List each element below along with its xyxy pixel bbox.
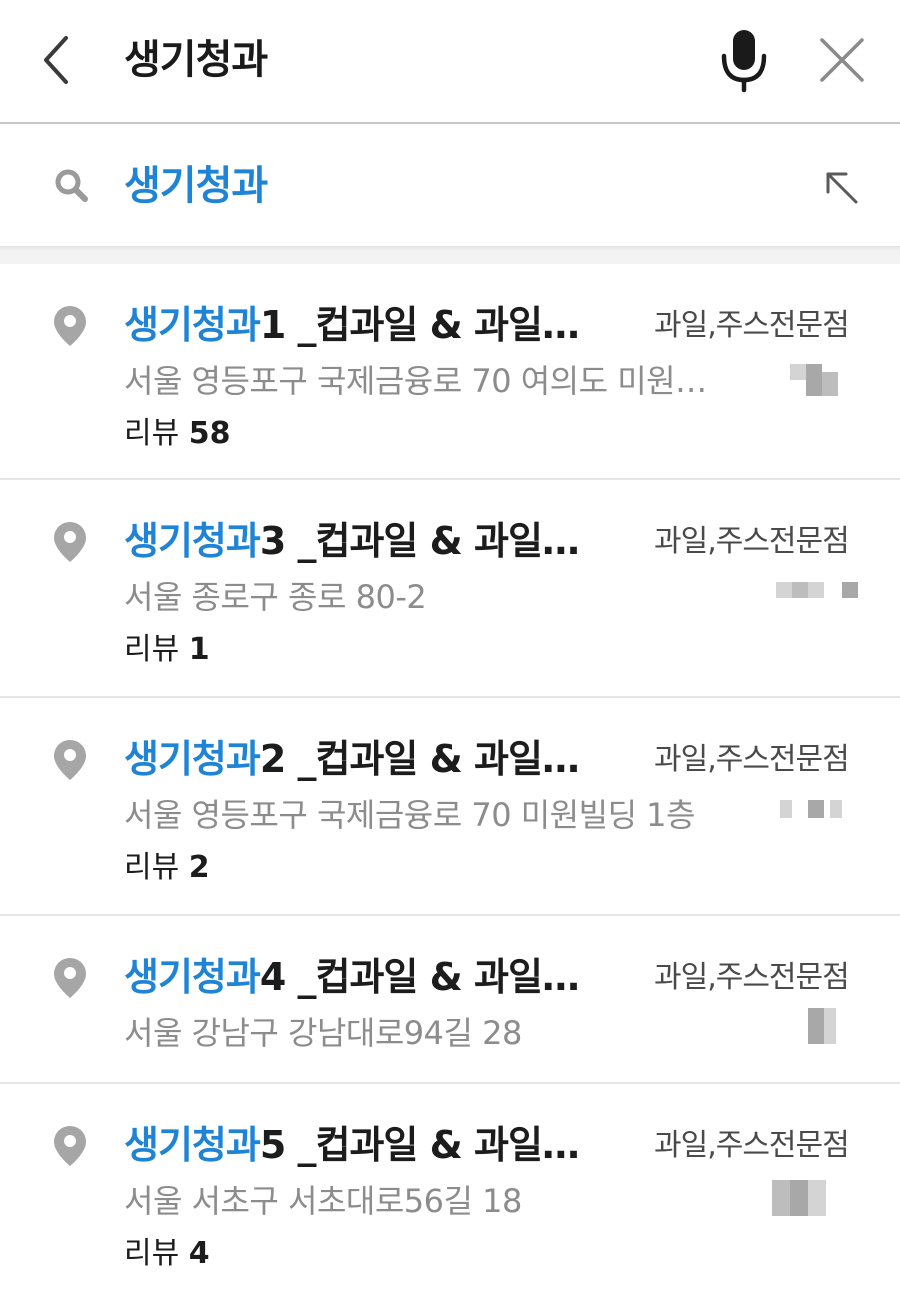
arrow-up-left-icon[interactable] <box>818 164 866 212</box>
place-results-list: 생기청과1 _컵과일 & 과일… 과일,주스전문점 서울 영등포구 국제금융로 … <box>0 264 900 1302</box>
place-result-item[interactable]: 생기청과5 _컵과일 & 과일… 과일,주스전문점 서울 서초구 서초대로56길… <box>0 1084 900 1302</box>
place-name: 생기청과4 _컵과일 & 과일… <box>124 952 579 1002</box>
place-result-item[interactable]: 생기청과1 _컵과일 & 과일… 과일,주스전문점 서울 영등포구 국제금융로 … <box>0 264 900 480</box>
place-name: 생기청과3 _컵과일 & 과일… <box>124 516 579 566</box>
close-icon <box>820 38 864 82</box>
place-name-rest: 5 _컵과일 & 과일… <box>259 1123 579 1167</box>
review-number: 4 <box>188 1236 210 1271</box>
place-name-highlight: 생기청과 <box>124 303 261 347</box>
map-pin-icon <box>54 522 86 562</box>
review-count: 리뷰 2 <box>124 846 210 890</box>
distance-blurred <box>772 364 842 400</box>
voice-search-button[interactable] <box>716 24 772 94</box>
map-pin-icon <box>54 740 86 780</box>
place-address: 서울 영등포구 국제금융로 70 미원빌딩 1층 <box>124 796 695 834</box>
suggestion-text: 생기청과 <box>124 163 268 209</box>
place-category: 과일,주스전문점 <box>654 960 850 995</box>
place-result-item[interactable]: 생기청과3 _컵과일 & 과일… 과일,주스전문점 서울 종로구 종로 80-2… <box>0 480 900 698</box>
place-category: 과일,주스전문점 <box>654 524 850 559</box>
distance-blurred <box>772 576 858 612</box>
review-label: 리뷰 <box>124 632 180 667</box>
place-name-rest: 4 _컵과일 & 과일… <box>259 955 579 999</box>
place-address: 서울 종로구 종로 80-2 <box>124 578 427 616</box>
map-pin-icon <box>54 306 86 346</box>
search-header: 생기청과 <box>0 0 900 124</box>
place-address: 서울 강남구 강남대로94길 28 <box>124 1014 522 1052</box>
place-name: 생기청과1 _컵과일 & 과일… <box>124 300 579 350</box>
place-result-item[interactable]: 생기청과2 _컵과일 & 과일… 과일,주스전문점 서울 영등포구 국제금융로 … <box>0 698 900 916</box>
chevron-left-icon <box>44 36 68 84</box>
place-name-rest: 1 _컵과일 & 과일… <box>259 303 579 347</box>
review-count: 리뷰 1 <box>124 628 210 672</box>
review-number: 58 <box>188 416 231 451</box>
place-category: 과일,주스전문점 <box>654 742 850 777</box>
place-result-item[interactable]: 생기청과4 _컵과일 & 과일… 과일,주스전문점 서울 강남구 강남대로94길… <box>0 916 900 1084</box>
back-button[interactable] <box>36 30 80 90</box>
place-name-highlight: 생기청과 <box>124 955 261 999</box>
place-address: 서울 영등포구 국제금융로 70 여의도 미원… <box>124 362 707 400</box>
distance-blurred <box>772 794 842 830</box>
search-suggestion-row[interactable]: 생기청과 <box>0 126 900 246</box>
review-count: 리뷰 58 <box>124 412 231 456</box>
place-name: 생기청과5 _컵과일 & 과일… <box>124 1120 579 1170</box>
place-name-rest: 3 _컵과일 & 과일… <box>259 519 579 563</box>
place-category: 과일,주스전문점 <box>654 308 850 343</box>
map-pin-icon <box>54 958 86 998</box>
place-name: 생기청과2 _컵과일 & 과일… <box>124 734 579 784</box>
map-pin-icon <box>54 1126 86 1166</box>
search-icon <box>55 169 88 202</box>
place-name-highlight: 생기청과 <box>124 1123 261 1167</box>
review-number: 1 <box>188 632 210 667</box>
place-name-rest: 2 _컵과일 & 과일… <box>259 737 579 781</box>
review-number: 2 <box>188 850 210 885</box>
clear-search-button[interactable] <box>814 32 870 88</box>
distance-blurred <box>772 1008 842 1044</box>
place-name-highlight: 생기청과 <box>124 519 261 563</box>
distance-blurred <box>772 1180 842 1216</box>
place-category: 과일,주스전문점 <box>654 1128 850 1163</box>
microphone-icon <box>721 30 767 93</box>
review-label: 리뷰 <box>124 850 180 885</box>
place-name-highlight: 생기청과 <box>124 737 261 781</box>
review-label: 리뷰 <box>124 416 180 451</box>
review-count: 리뷰 4 <box>124 1232 210 1276</box>
place-address: 서울 서초구 서초대로56길 18 <box>124 1182 522 1220</box>
search-query-text[interactable]: 생기청과 <box>124 34 268 86</box>
section-divider <box>0 246 900 264</box>
review-label: 리뷰 <box>124 1236 180 1271</box>
